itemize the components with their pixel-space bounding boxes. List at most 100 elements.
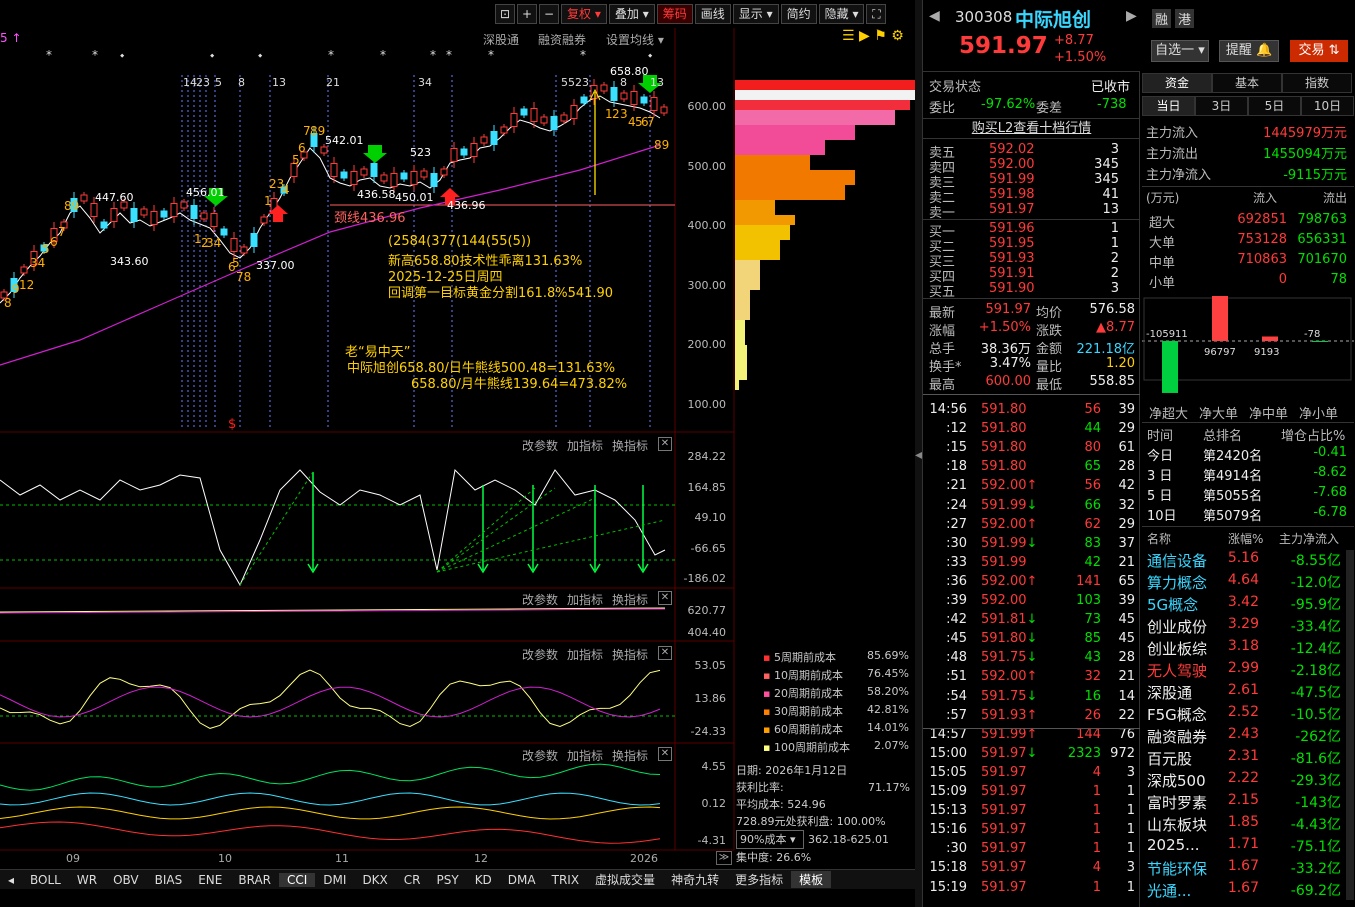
tab-scroll-icon[interactable]: ◂ (0, 873, 22, 887)
tool-icons[interactable]: ☰ ▶ ⚑ ⚙ (842, 28, 904, 44)
sector-name[interactable]: 5G概念 (1147, 594, 1198, 615)
candle-body (640, 96, 648, 104)
sector-name[interactable]: 无人驾驶 (1147, 660, 1207, 681)
tixing-button[interactable]: 提醒 🔔 (1219, 40, 1279, 62)
sector-scrollbar[interactable] (1346, 550, 1354, 900)
orderbook-price[interactable]: 591.93 (989, 251, 1035, 266)
fund-tab[interactable]: 指数 (1282, 73, 1352, 93)
indicator-tab[interactable]: TRIX (544, 873, 587, 887)
fund-tab[interactable]: 资金 (1142, 73, 1212, 93)
indicator-tab[interactable]: BOLL (22, 873, 69, 887)
sector-name[interactable]: 通信设备 (1147, 550, 1207, 571)
orderbook-price[interactable]: 591.95 (989, 236, 1035, 251)
orderbook-price[interactable]: 592.00 (989, 157, 1035, 172)
edit-params-button[interactable]: 改参数 (522, 437, 558, 454)
orderbook-price[interactable]: 591.91 (989, 266, 1035, 281)
orderbook-price[interactable]: 592.02 (989, 142, 1035, 157)
sector-name[interactable]: 深成500 (1147, 770, 1206, 791)
zoom-in-button[interactable]: + (517, 4, 537, 24)
indicator-tab[interactable]: 神奇九转 (663, 871, 727, 888)
sector-name[interactable]: 深股通 (1147, 682, 1192, 703)
indicator-tab[interactable]: 模板 (791, 871, 832, 888)
sector-name[interactable]: F5G概念 (1147, 704, 1207, 725)
fund-tab[interactable]: 基本 (1212, 73, 1282, 93)
cost-select[interactable]: 90%成本 ▾ (736, 830, 804, 849)
day-tab[interactable]: 5日 (1248, 96, 1301, 116)
indicator-tab[interactable]: KD (467, 873, 500, 887)
sector-name[interactable]: 百元股 (1147, 748, 1192, 769)
rongzi-link[interactable]: 融资融券 (538, 31, 586, 48)
switch-indicator-button[interactable]: 换指标 (612, 437, 648, 454)
indicator-tab[interactable]: CCI (279, 872, 316, 887)
chouma-button[interactable]: 筹码 (656, 4, 693, 24)
switch-indicator-button[interactable]: 换指标 (612, 747, 648, 764)
l2-link[interactable]: 购买L2查看十档行情 (923, 118, 1140, 139)
add-indicator-button[interactable]: 加指标 (567, 747, 603, 764)
sector-name[interactable]: 山东板块 (1147, 814, 1207, 835)
lock-icon[interactable]: ⊡ (495, 4, 515, 24)
zixuan-button[interactable]: 自选一 ▾ (1151, 40, 1209, 62)
orderbook-price[interactable]: 591.99 (989, 172, 1035, 187)
orderbook-price[interactable]: 591.96 (989, 221, 1035, 236)
candle-body (260, 216, 268, 224)
indicator-tab[interactable]: 更多指标 (727, 871, 791, 888)
close-pane-icon[interactable]: ✕ (658, 437, 672, 451)
add-indicator-button[interactable]: 加指标 (567, 437, 603, 454)
chart-area[interactable]: ⊡ + − 复权 ▾ 叠加 ▾ 筹码 画线 显示 ▾ 简约 隐藏 ▾ ⛶ 5 ↑… (0, 0, 915, 907)
jiaoyi-button[interactable]: 交易 ⇅ (1290, 40, 1348, 62)
day-tab[interactable]: 当日 (1142, 96, 1195, 116)
switch-indicator-button[interactable]: 换指标 (612, 591, 648, 608)
sector-name[interactable]: 算力概念 (1147, 572, 1207, 593)
huaxian-button[interactable]: 画线 (694, 4, 731, 24)
chip-bar (735, 290, 750, 320)
close-pane-icon[interactable]: ✕ (658, 591, 672, 605)
close-pane-icon[interactable]: ✕ (658, 747, 672, 761)
sector-name[interactable]: 富时罗素 (1147, 792, 1207, 813)
switch-indicator-button[interactable]: 换指标 (612, 646, 648, 663)
jianyue-button[interactable]: 简约 (780, 4, 817, 24)
prev-stock-icon[interactable]: ◀ (929, 8, 940, 24)
add-indicator-button[interactable]: 加指标 (567, 591, 603, 608)
day-tab[interactable]: 3日 (1195, 96, 1248, 116)
indicator-tab[interactable]: BIAS (147, 873, 191, 887)
indicator-tab[interactable]: ENE (190, 873, 230, 887)
indicator-tab[interactable]: BRAR (230, 873, 279, 887)
orderbook-price[interactable]: 591.90 (989, 281, 1035, 296)
rank-pct: -8.62 (1313, 465, 1347, 480)
tick-time: :18 (946, 459, 967, 475)
orderbook-price[interactable]: 591.97 (989, 202, 1035, 217)
indicator-tab[interactable]: DMI (315, 873, 354, 887)
add-indicator-button[interactable]: 加指标 (567, 646, 603, 663)
fullscreen-icon[interactable]: ⛶ (866, 4, 887, 24)
indicator-tab[interactable]: PSY (429, 873, 467, 887)
indicator-tab[interactable]: 虚拟成交量 (587, 871, 663, 888)
sector-name[interactable]: 光通... (1147, 880, 1191, 901)
edit-params-button[interactable]: 改参数 (522, 591, 558, 608)
indicator-tab[interactable]: CR (396, 873, 429, 887)
edit-params-button[interactable]: 改参数 (522, 747, 558, 764)
sector-pct: 2.22 (1227, 770, 1259, 786)
close-pane-icon[interactable]: ✕ (658, 646, 672, 660)
orderbook-price[interactable]: 591.98 (989, 187, 1035, 202)
indicator-tab[interactable]: WR (69, 873, 105, 887)
edit-params-button[interactable]: 改参数 (522, 646, 558, 663)
scroll-right-icon[interactable]: ≫ (716, 851, 732, 865)
indicator-tab[interactable]: OBV (105, 873, 147, 887)
sector-name[interactable]: 节能环保 (1147, 858, 1207, 879)
next-stock-icon[interactable]: ▶ (1126, 8, 1137, 24)
xianshi-button[interactable]: 显示 ▾ (732, 4, 779, 24)
shengutong-link[interactable]: 深股通 (483, 31, 519, 48)
diejia-button[interactable]: 叠加 ▾ (608, 4, 655, 24)
zoom-out-button[interactable]: − (539, 4, 559, 24)
sector-name[interactable]: 创业成份 (1147, 616, 1207, 637)
yincang-button[interactable]: 隐藏 ▾ (818, 4, 865, 24)
junxian-link[interactable]: 设置均线 ▾ (606, 31, 664, 48)
sector-name[interactable]: 创业板综 (1147, 638, 1207, 659)
indicator-tab[interactable]: DKX (354, 873, 395, 887)
day-tab[interactable]: 10日 (1301, 96, 1354, 116)
count-label: 6 (50, 235, 58, 249)
fuquan-button[interactable]: 复权 ▾ (561, 4, 607, 24)
sector-name[interactable]: 融资融券 (1147, 726, 1207, 747)
sector-name[interactable]: 2025... (1147, 836, 1199, 854)
indicator-tab[interactable]: DMA (500, 873, 544, 887)
